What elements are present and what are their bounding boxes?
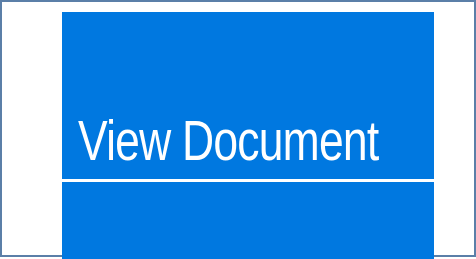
dialog-frame: View Document [0,0,476,259]
link-underline [62,179,434,182]
view-document-link[interactable]: View Document [62,12,434,259]
view-document-label: View Document [78,109,379,173]
